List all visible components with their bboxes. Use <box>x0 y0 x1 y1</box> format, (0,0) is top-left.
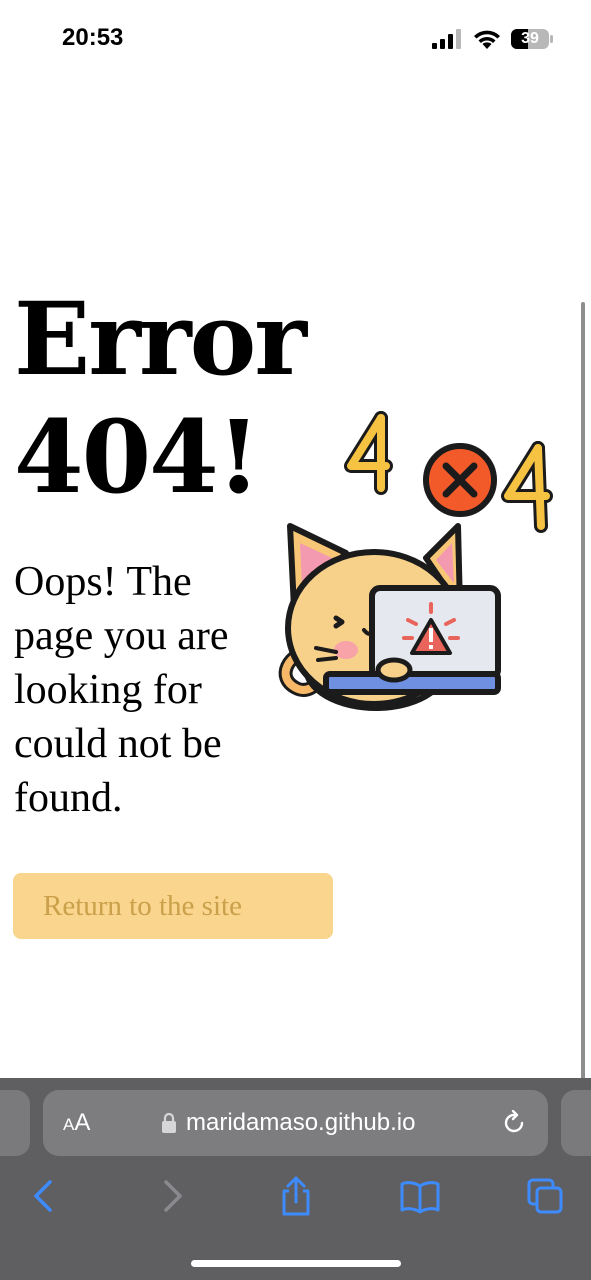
address-bar[interactable]: AA maridamaso.github.io <box>43 1090 548 1156</box>
reload-icon[interactable] <box>501 1110 527 1136</box>
page-scrollbar[interactable] <box>581 302 585 1152</box>
back-icon[interactable] <box>24 1176 64 1216</box>
text-size-small-a: A <box>63 1115 75 1134</box>
error-title-line2: 404! <box>14 398 261 516</box>
error-message: Oops! The page you are looking for could… <box>14 559 229 821</box>
status-bar: 20:53 39 <box>0 0 591 80</box>
home-indicator[interactable] <box>191 1260 401 1267</box>
error-title: Error 404! <box>14 280 314 516</box>
previous-tab-preview[interactable] <box>0 1090 30 1156</box>
404-badge-icon <box>344 411 553 533</box>
bookmarks-icon[interactable] <box>400 1176 440 1216</box>
wifi-icon <box>474 30 500 49</box>
forward-icon[interactable] <box>152 1176 192 1216</box>
page-content: Error 404! Oops! The page you are lookin… <box>0 80 591 1152</box>
cat-laptop-404-icon <box>278 411 553 711</box>
next-tab-preview[interactable] <box>561 1090 591 1156</box>
status-time: 20:53 <box>62 24 124 51</box>
text-size-button[interactable]: AA <box>63 1108 103 1138</box>
status-icons: 39 <box>430 28 560 52</box>
tabs-icon[interactable] <box>525 1176 565 1216</box>
error-title-line1: Error <box>14 280 307 398</box>
browser-toolbar <box>0 1168 591 1224</box>
url-text[interactable]: maridamaso.github.io <box>186 1107 415 1139</box>
lock-icon <box>162 1112 176 1133</box>
battery-level: 39 <box>521 30 539 47</box>
text-size-large-a: A <box>74 1109 91 1136</box>
share-icon[interactable] <box>276 1176 316 1216</box>
return-to-site-button[interactable]: Return to the site <box>13 873 333 939</box>
signal-icon <box>432 29 461 49</box>
browser-bottom-bar: AA maridamaso.github.io <box>0 1078 591 1280</box>
